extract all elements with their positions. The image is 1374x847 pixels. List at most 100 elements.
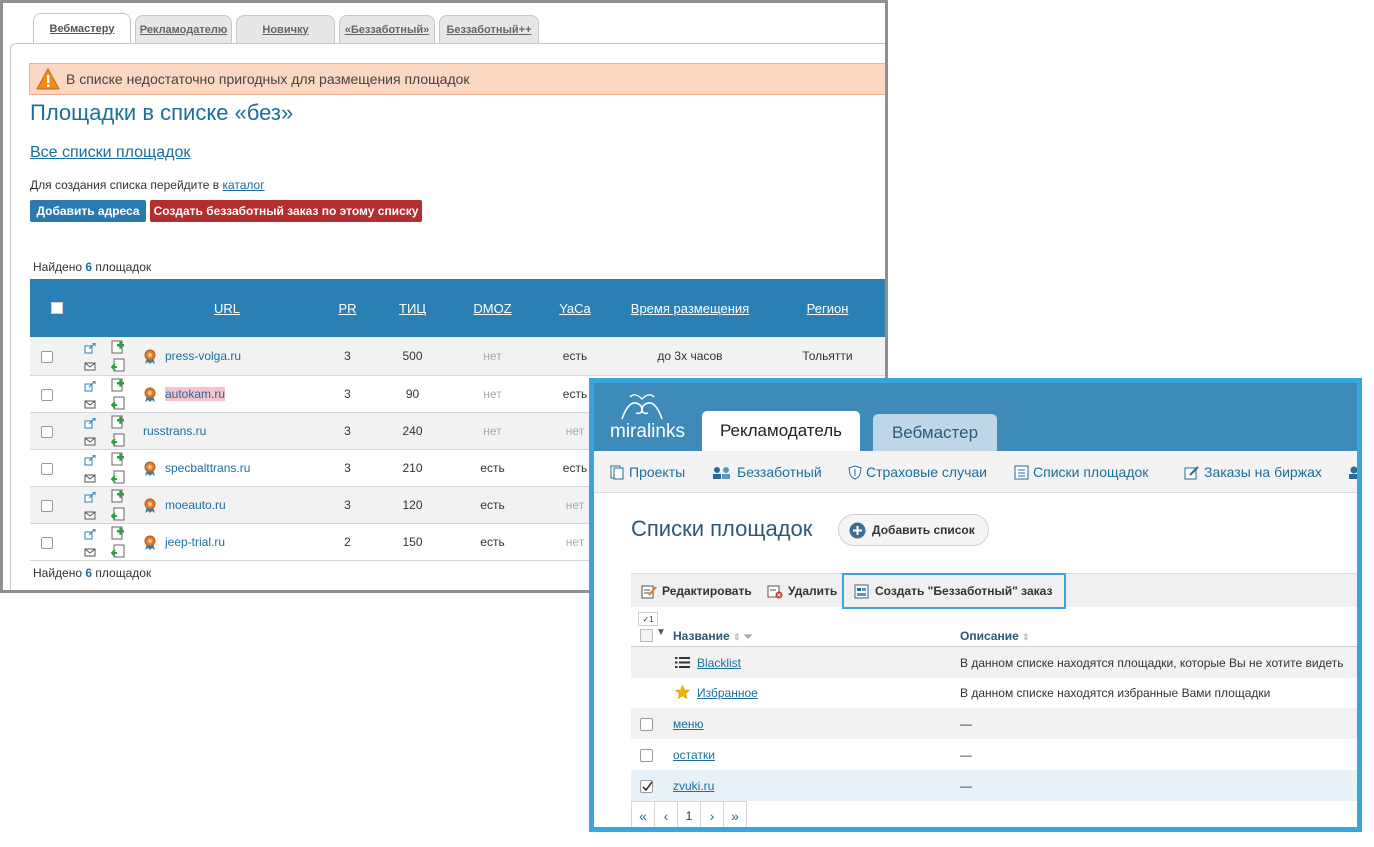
select-all-checkbox[interactable] <box>51 302 63 314</box>
grid-select-all-checkbox[interactable] <box>640 629 653 642</box>
site-url-link[interactable]: russtrans.ru <box>143 424 206 438</box>
edit-button[interactable]: Редактировать <box>641 574 752 608</box>
add-to-list-icon[interactable] <box>111 452 125 466</box>
medal-icon <box>144 535 156 550</box>
list-name-link[interactable]: остатки <box>673 739 715 770</box>
row-checkbox[interactable] <box>41 425 53 438</box>
tab-advertiser-role[interactable]: Рекламодатель <box>702 411 860 451</box>
column-description[interactable]: Описание ⇕ <box>960 629 1030 643</box>
tab-carefree[interactable]: «Беззаботный» <box>339 15 435 43</box>
column-pr[interactable]: PR <box>320 279 375 337</box>
move-to-list-icon[interactable] <box>111 396 125 410</box>
tab-advertiser[interactable]: Рекламодателю <box>135 15 232 43</box>
add-addresses-button[interactable]: Добавить адреса <box>30 200 146 222</box>
nav-projects[interactable]: Проекты <box>610 451 685 493</box>
add-to-list-icon[interactable] <box>111 415 125 429</box>
row-checkbox[interactable] <box>41 499 53 512</box>
mail-icon[interactable] <box>84 510 96 521</box>
create-carefree-order-button[interactable]: Создать беззаботный заказ по этому списк… <box>150 200 422 222</box>
add-list-button[interactable]: Добавить список <box>838 514 989 546</box>
column-dmoz[interactable]: DMOZ <box>455 279 530 337</box>
external-link-icon[interactable] <box>84 491 96 503</box>
site-url-link[interactable]: press-volga.ru <box>165 349 241 363</box>
found-number: 6 <box>85 566 93 580</box>
add-to-list-icon[interactable] <box>111 489 125 503</box>
cell-dmoz: нет <box>483 424 502 438</box>
column-time[interactable]: Время размещения <box>625 279 755 337</box>
mail-icon[interactable] <box>84 547 96 558</box>
mail-icon[interactable] <box>84 361 96 372</box>
first-page-button[interactable]: « <box>631 801 655 827</box>
miralinks-logo[interactable]: miralinks <box>610 421 685 443</box>
miralinks-hands-icon <box>621 394 663 420</box>
chevron-down-icon[interactable]: ▼ <box>656 627 666 638</box>
site-url-link[interactable]: jeep-trial.ru <box>165 535 225 549</box>
column-yaca[interactable]: YaCa <box>540 279 610 337</box>
tab-newbie[interactable]: Новичку <box>236 15 335 43</box>
edit-icon <box>641 585 657 598</box>
filter-icon[interactable]: ⏷ <box>744 631 753 643</box>
list-item[interactable]: меню — <box>631 708 1357 739</box>
add-to-list-icon[interactable] <box>111 378 125 392</box>
column-name[interactable]: Название ⇕ ⏷ <box>673 629 753 644</box>
column-region[interactable]: Регион <box>770 279 885 337</box>
external-link-icon[interactable] <box>84 454 96 466</box>
add-list-label: Добавить список <box>872 523 975 537</box>
cell-pr: 3 <box>344 424 351 438</box>
delete-button[interactable]: Удалить <box>767 574 837 608</box>
row-checkbox[interactable] <box>41 388 53 401</box>
list-checkbox[interactable] <box>640 718 653 731</box>
add-to-list-icon[interactable] <box>111 526 125 540</box>
nav-more[interactable] <box>1346 451 1357 493</box>
create-carefree-order-toolbar-button[interactable]: Создать "Беззаботный" заказ <box>842 573 1067 609</box>
next-page-button[interactable]: › <box>700 801 724 827</box>
nav-site-lists[interactable]: Списки площадок <box>1014 451 1148 493</box>
list-name-link[interactable]: Избранное <box>697 677 758 708</box>
site-url-link[interactable]: specbalttrans.ru <box>165 461 250 475</box>
list-name-link[interactable]: zvuki.ru <box>673 770 714 801</box>
external-link-icon[interactable] <box>84 528 96 540</box>
nav-carefree[interactable]: Беззаботный <box>711 451 822 493</box>
last-page-button[interactable]: » <box>723 801 747 827</box>
tab-webmaster-role[interactable]: Вебмастер <box>873 414 997 451</box>
list-item[interactable]: остатки — <box>631 739 1357 770</box>
list-description: В данном списке находятся площадки, кото… <box>960 655 1344 670</box>
external-link-icon[interactable] <box>84 342 96 354</box>
column-tic[interactable]: ТИЦ <box>385 279 440 337</box>
list-checkbox[interactable] <box>640 780 653 793</box>
tab-webmaster[interactable]: Вебмастеру <box>33 13 131 43</box>
move-to-list-icon[interactable] <box>111 358 125 372</box>
move-to-list-icon[interactable] <box>111 507 125 521</box>
site-url-link[interactable]: autokam.ru <box>165 386 226 401</box>
list-name-link[interactable]: меню <box>673 708 704 739</box>
row-checkbox[interactable] <box>41 350 53 363</box>
prev-page-button[interactable]: ‹ <box>654 801 678 827</box>
mail-icon[interactable] <box>84 436 96 447</box>
row-checkbox[interactable] <box>41 536 53 549</box>
list-item[interactable]: Blacklist В данном списке находятся площа… <box>631 647 1357 678</box>
mail-icon[interactable] <box>84 399 96 410</box>
list-item[interactable]: zvuki.ru — <box>631 770 1357 801</box>
nav-exchange-orders[interactable]: Заказы на биржах <box>1184 451 1322 493</box>
external-link-icon[interactable] <box>84 417 96 429</box>
miralinks-header: miralinks Рекламодатель Вебмастер <box>594 383 1357 451</box>
row-checkbox[interactable] <box>41 462 53 475</box>
external-link-icon[interactable] <box>84 380 96 392</box>
list-item[interactable]: Избранное В данном списке находятся избра… <box>631 677 1357 708</box>
column-url[interactable]: URL <box>190 279 264 337</box>
add-to-list-icon[interactable] <box>111 340 125 354</box>
list-name-link[interactable]: Blacklist <box>697 647 741 678</box>
sort-icon[interactable]: ⇕ <box>1022 632 1030 642</box>
move-to-list-icon[interactable] <box>111 544 125 558</box>
move-to-list-icon[interactable] <box>111 470 125 484</box>
sort-icon[interactable]: ⇕ <box>733 632 741 642</box>
all-lists-link[interactable]: Все списки площадок <box>30 144 190 162</box>
tab-carefree-plus[interactable]: Беззаботный++ <box>439 15 539 43</box>
current-page[interactable]: 1 <box>677 801 701 827</box>
list-checkbox[interactable] <box>640 749 653 762</box>
site-url-link[interactable]: moeauto.ru <box>165 498 226 512</box>
move-to-list-icon[interactable] <box>111 433 125 447</box>
nav-insurance[interactable]: Страховые случаи <box>848 451 987 493</box>
catalog-link[interactable]: каталог <box>222 178 264 192</box>
mail-icon[interactable] <box>84 473 96 484</box>
